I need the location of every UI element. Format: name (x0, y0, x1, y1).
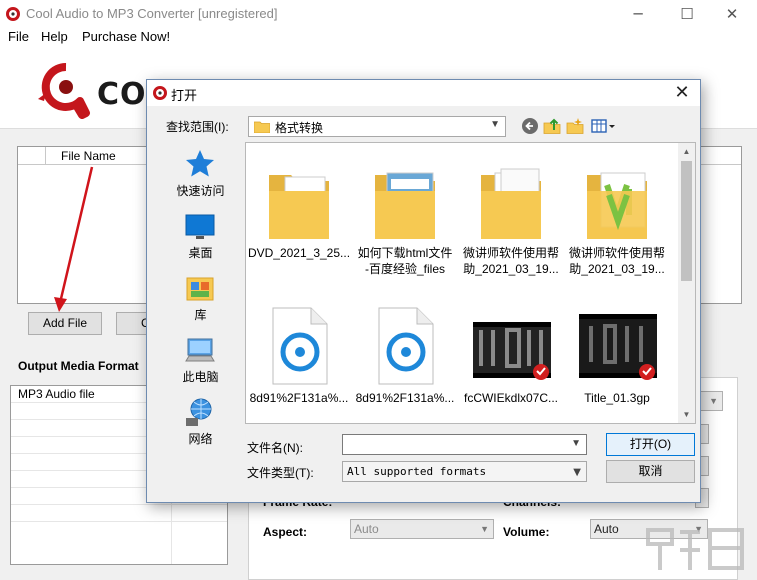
file-type-select[interactable]: All supported formats ▼ (342, 461, 587, 482)
volume-value: Auto (594, 522, 619, 536)
file-name: fcCWIEkdlx07C... (463, 391, 559, 405)
chevron-down-icon[interactable]: ▼ (571, 438, 581, 449)
app-logo-icon (6, 7, 20, 21)
brand-logo-icon (38, 62, 90, 119)
chevron-down-icon: ▼ (490, 119, 500, 130)
folder-icon (269, 175, 329, 239)
banner-text: CO (97, 77, 147, 112)
close-button[interactable]: ✕ (709, 0, 755, 28)
column-separator (45, 147, 46, 165)
open-button[interactable]: 打开(O) (606, 433, 695, 456)
places-bar: 快速访问 桌面 库 此电脑 网络 (157, 142, 244, 484)
place-this-pc[interactable]: 此电脑 (157, 332, 244, 388)
file-name: 如何下载html文件 (357, 246, 453, 260)
place-label: 桌面 (188, 246, 213, 260)
column-file-name[interactable]: File Name (61, 149, 116, 163)
watermark-logo (646, 528, 744, 570)
vertical-scrollbar[interactable]: ▲ ▼ (678, 143, 695, 423)
folder-icon (254, 121, 270, 133)
back-icon[interactable] (521, 117, 539, 135)
file-name-line2: 助_2021_03_19... (463, 262, 559, 276)
star-icon (186, 150, 214, 177)
window-title: Cool Audio to MP3 Converter [unregistere… (26, 6, 278, 21)
file-item-folder[interactable]: 如何下载html文件 -百度经验_files (352, 143, 458, 283)
file-name: 微讲师软件使用帮 (568, 246, 665, 260)
library-icon (186, 277, 214, 301)
cancel-button[interactable]: 取消 (606, 460, 695, 483)
file-name: 8d91%2F131a%... (249, 391, 349, 405)
file-name: 8d91%2F131a%... (355, 391, 455, 405)
place-quick-access[interactable]: 快速访问 (157, 146, 244, 202)
file-name: DVD_2021_3_25... (247, 246, 351, 260)
scrollbar-thumb[interactable] (681, 161, 692, 281)
file-item-media[interactable]: 8d91%2F131a%... (352, 288, 458, 423)
output-format-label: Output Media Format (18, 359, 139, 373)
desktop-icon (185, 214, 215, 239)
place-label: 库 (194, 308, 207, 322)
open-file-dialog: 打开 ✕ 查找范围(I): 格式转换 ▼ 快速访问 桌面 库 此电脑 网络 DV… (146, 79, 701, 503)
file-view[interactable]: DVD_2021_3_25... 如何下载html文件 -百度经验_files … (245, 142, 696, 424)
place-label: 快速访问 (176, 184, 225, 198)
scroll-up-icon[interactable]: ▲ (678, 143, 695, 160)
view-menu-icon[interactable] (591, 117, 617, 135)
dialog-close-button[interactable]: ✕ (670, 82, 694, 104)
dialog-title: 打开 (171, 88, 198, 103)
chevron-down-icon: ▼ (480, 524, 489, 534)
file-name: 微讲师软件使用帮 (462, 246, 559, 260)
menu-bar: File Help Purchase Now! (0, 28, 757, 47)
file-name-label: 文件名(N): (247, 441, 303, 455)
file-item-folder[interactable]: DVD_2021_3_25... (246, 143, 352, 283)
place-desktop[interactable]: 桌面 (157, 208, 244, 264)
file-type-label: 文件类型(T): (247, 466, 314, 480)
folder-icon (587, 172, 647, 239)
minimize-button[interactable]: ─ (615, 0, 661, 28)
place-library[interactable]: 库 (157, 270, 244, 326)
file-name-input[interactable]: ▼ (342, 434, 587, 455)
annotation-arrow (54, 166, 94, 312)
video-file-icon (473, 322, 551, 380)
folder-icon (481, 168, 541, 239)
media-file-icon (378, 307, 434, 385)
scroll-down-icon[interactable]: ▼ (678, 406, 695, 423)
menu-purchase[interactable]: Purchase Now! (82, 29, 170, 44)
title-bar: Cool Audio to MP3 Converter [unregistere… (0, 0, 757, 28)
file-type-value: All supported formats (347, 465, 487, 478)
menu-help[interactable]: Help (41, 29, 68, 44)
network-icon (186, 398, 212, 426)
aspect-value: Auto (354, 522, 379, 536)
chevron-down-icon: ▼ (573, 467, 581, 478)
file-name-line2: -百度经验_files (364, 262, 445, 276)
file-item-video[interactable]: fcCWIEkdlx07C... (458, 288, 564, 423)
file-item-folder[interactable]: 微讲师软件使用帮 助_2021_03_19... (458, 143, 564, 283)
place-label: 此电脑 (182, 370, 219, 384)
file-item-folder[interactable]: 微讲师软件使用帮 助_2021_03_19... (564, 143, 670, 283)
up-folder-icon[interactable] (543, 117, 561, 135)
new-folder-icon[interactable] (566, 117, 584, 135)
menu-file[interactable]: File (8, 29, 29, 44)
add-file-button[interactable]: Add File (28, 312, 102, 335)
aspect-select[interactable]: Auto ▼ (350, 519, 494, 539)
app-logo-icon (153, 86, 167, 100)
format-row-empty (11, 505, 227, 522)
look-in-value: 格式转换 (275, 121, 324, 135)
look-in-select[interactable]: 格式转换 ▼ (248, 116, 506, 137)
maximize-button[interactable]: ☐ (664, 0, 710, 28)
dialog-title-bar: 打开 ✕ (147, 80, 700, 106)
folder-icon (375, 172, 435, 239)
file-item-video[interactable]: Title_01.3gp (564, 288, 670, 423)
file-name-line2: 助_2021_03_19... (569, 262, 665, 276)
volume-label: Volume: (503, 525, 550, 539)
computer-icon (185, 338, 215, 362)
media-file-icon (272, 307, 328, 385)
place-label: 网络 (188, 432, 213, 446)
file-name: Title_01.3gp (584, 391, 650, 405)
place-network[interactable]: 网络 (157, 394, 244, 450)
look-in-label: 查找范围(I): (166, 120, 229, 134)
video-file-icon (579, 314, 657, 380)
file-item-media[interactable]: 8d91%2F131a%... (246, 288, 352, 423)
aspect-label: Aspect: (263, 525, 308, 539)
